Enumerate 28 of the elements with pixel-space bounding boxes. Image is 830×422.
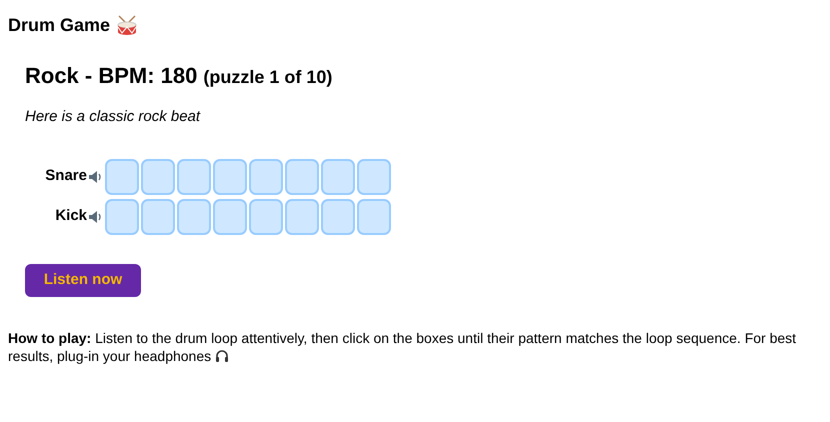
beat-cell[interactable]	[213, 198, 247, 234]
speaker-icon[interactable]	[87, 168, 103, 184]
puzzle-title: Rock - BPM: 180	[25, 62, 198, 90]
beat-cell[interactable]	[213, 158, 247, 194]
listen-button[interactable]: Listen now	[25, 264, 141, 296]
track-label: Snare	[45, 166, 87, 186]
beat-cell[interactable]	[177, 158, 211, 194]
speaker-icon[interactable]	[87, 208, 103, 224]
beat-cell[interactable]	[105, 158, 139, 194]
puzzle-counter: (puzzle 1 of 10)	[203, 66, 332, 89]
beat-cell[interactable]	[321, 158, 355, 194]
beat-cell[interactable]	[249, 158, 283, 194]
beat-cell[interactable]	[141, 158, 175, 194]
instructions: How to play: Listen to the drum loop attentively, then click on the boxes until their pattern matches the loop sequence. For best results, plug-in your headphones	[8, 328, 798, 364]
app-title: Drum Game	[8, 14, 110, 37]
track-label: Kick	[55, 206, 87, 226]
beat-cell[interactable]	[357, 198, 391, 234]
beat-cell[interactable]	[285, 198, 319, 234]
beat-cell[interactable]	[357, 158, 391, 194]
puzzle-description: Here is a classic rock beat	[25, 107, 202, 127]
beat-cell[interactable]	[321, 198, 355, 234]
beat-cell[interactable]	[285, 158, 319, 194]
beat-cell[interactable]	[105, 198, 139, 234]
drum-icon	[116, 14, 138, 36]
beat-cell[interactable]	[141, 198, 175, 234]
beat-cell[interactable]	[249, 198, 283, 234]
beat-cell[interactable]	[177, 198, 211, 234]
headphones-icon	[215, 348, 230, 362]
